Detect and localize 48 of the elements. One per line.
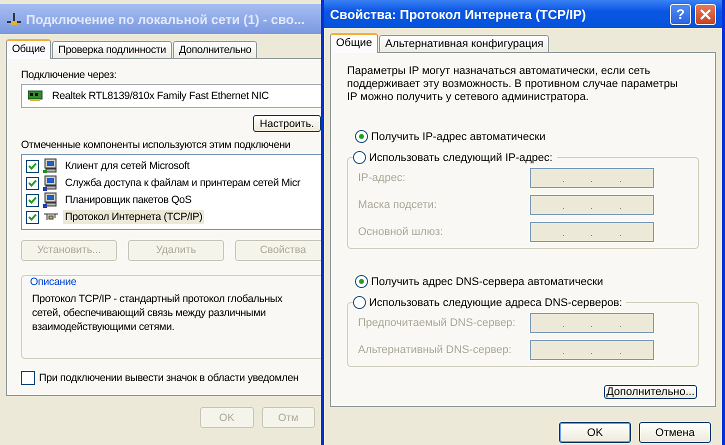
radio-button[interactable]: [355, 275, 368, 288]
intro-text: Параметры IP могут назначаться автоматически, если сеть поддерживает эту возможность. В противном случае параметры IP можно получить у сетевого администратора.: [347, 65, 679, 104]
field-label: IP-адрес:: [358, 172, 406, 184]
configure-button[interactable]: Настроить.: [252, 115, 321, 132]
components-label: Отмеченные компоненты используются этим подключени: [21, 139, 292, 152]
radio-label: Получить IP-адрес автоматически: [371, 130, 546, 142]
description-text: Протокол TCP/IP - стандартный протокол глобальных сетей, обеспечивающий связь между различными взаимодействующими сетями.: [32, 292, 284, 335]
computer-icon: [43, 158, 59, 174]
radio-button[interactable]: [355, 130, 368, 143]
close-button[interactable]: [695, 4, 716, 24]
checkbox-label: При подключении вывести значок в области уведомлен: [39, 372, 299, 384]
component-item[interactable]: Планировщик пакетов QoS: [63, 193, 194, 208]
component-item[interactable]: Служба доступа к файлам и принтерам сетей Micr: [63, 176, 302, 190]
dialog-button[interactable]: Отмена: [639, 422, 711, 443]
radio-label: Использовать следующие адреса DNS-серверов:: [369, 296, 622, 308]
checkbox[interactable]: [26, 194, 39, 207]
field-label: Основной шлюз:: [358, 226, 444, 238]
radio-button[interactable]: [353, 151, 366, 164]
radio-button[interactable]: [353, 296, 366, 309]
tab[interactable]: Альтернативная конфигурация: [379, 35, 550, 52]
computer-icon: [43, 192, 59, 208]
field-label: Маска подсети:: [358, 199, 437, 211]
adapter-field: Realtek RTL8139/810x Family Fast Ethernet NIC: [21, 84, 321, 108]
checkbox[interactable]: [21, 370, 35, 385]
checkbox[interactable]: [26, 210, 39, 224]
advanced-button[interactable]: Дополнительно...: [604, 385, 697, 399]
tab[interactable]: Дополнительно: [173, 41, 258, 58]
component-item[interactable]: Клиент для сетей Microsoft: [63, 159, 192, 174]
tab[interactable]: Общие: [330, 33, 378, 53]
network-card-icon: [28, 90, 44, 102]
radio-label: Использовать следующий IP-адрес:: [369, 152, 553, 164]
component-item[interactable]: Протокол Интернета (TCP/IP): [63, 210, 204, 224]
network-icon: [6, 12, 22, 26]
checkbox[interactable]: [26, 176, 39, 190]
help-button[interactable]: ?: [670, 4, 691, 24]
close-icon: [700, 8, 711, 20]
tab[interactable]: Общие: [6, 39, 52, 59]
field-label: Предпочитаемый DNS-сервер:: [358, 317, 516, 329]
connect-label: Подключение через:: [21, 69, 118, 81]
window-title: Подключение по локальной сети (1) - сво...: [26, 12, 305, 26]
dialog-button[interactable]: OK: [559, 422, 631, 443]
field-label: Альтернативный DNS-сервер:: [358, 344, 512, 356]
window-title: Свойства: Протокол Интернета (TCP/IP): [330, 6, 586, 22]
radio-label: Получить адрес DNS-сервера автоматически: [371, 276, 604, 288]
computer-icon: [43, 175, 59, 192]
tab[interactable]: Проверка подлинности: [52, 41, 172, 58]
checkbox[interactable]: [26, 160, 39, 173]
group-title: Описание: [28, 276, 78, 288]
